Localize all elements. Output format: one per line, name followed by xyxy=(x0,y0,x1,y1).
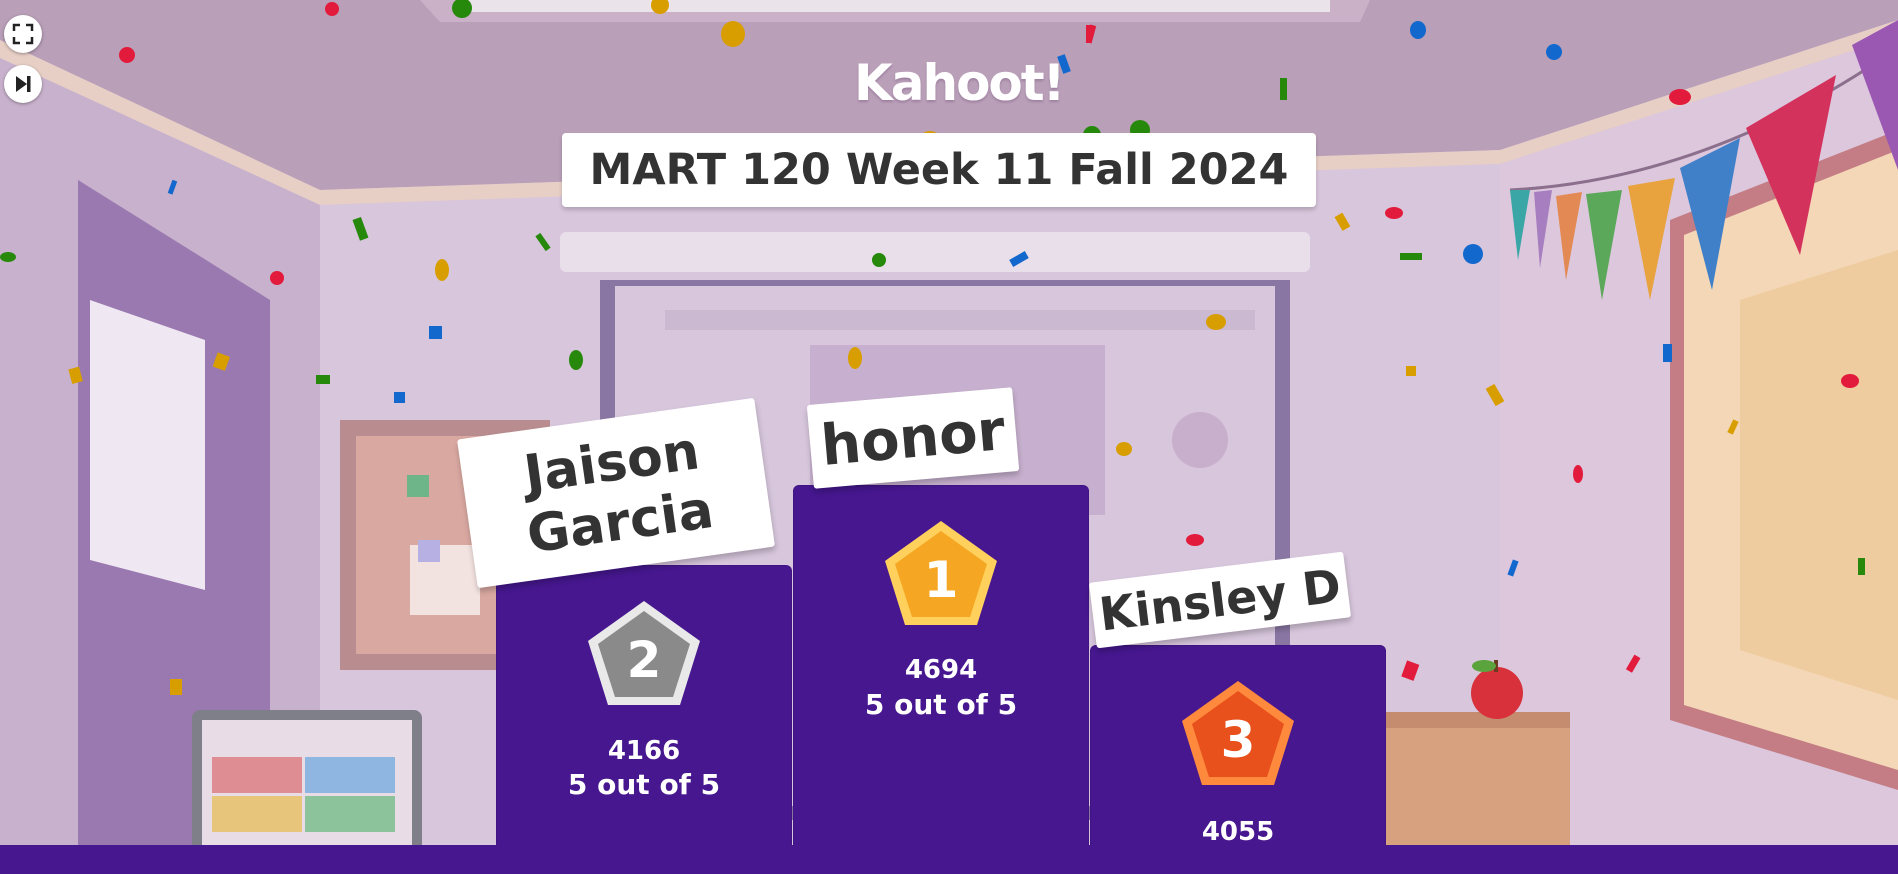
quiz-title-box: MART 120 Week 11 Fall 2024 xyxy=(562,133,1316,207)
podium-third: 3 4055 xyxy=(1090,645,1386,855)
skip-button[interactable] xyxy=(4,65,42,103)
fullscreen-icon xyxy=(12,23,34,45)
rank-second: 2 xyxy=(627,631,662,689)
quiz-title: MART 120 Week 11 Fall 2024 xyxy=(589,145,1289,195)
score-second: 4166 xyxy=(607,736,681,766)
rank-first: 1 xyxy=(924,551,959,609)
rank-third: 3 xyxy=(1221,711,1256,769)
correct-second: 5 out of 5 xyxy=(567,768,721,801)
podium-second: 2 4166 5 out of 5 xyxy=(496,565,792,855)
bottom-bar xyxy=(0,845,1898,874)
score-first: 4694 xyxy=(904,655,978,685)
score-third: 4055 xyxy=(1201,817,1275,847)
medal-second: 2 xyxy=(588,601,700,705)
podium-first: 1 4694 5 out of 5 xyxy=(793,485,1089,855)
correct-first: 5 out of 5 xyxy=(864,688,1018,721)
medal-first: 1 xyxy=(885,521,997,625)
fullscreen-button[interactable] xyxy=(4,15,42,53)
kahoot-logo: Kahoot! xyxy=(854,54,1066,112)
medal-third: 3 xyxy=(1182,681,1294,785)
player-name-first: honor xyxy=(806,387,1020,489)
skip-next-icon xyxy=(16,76,31,92)
